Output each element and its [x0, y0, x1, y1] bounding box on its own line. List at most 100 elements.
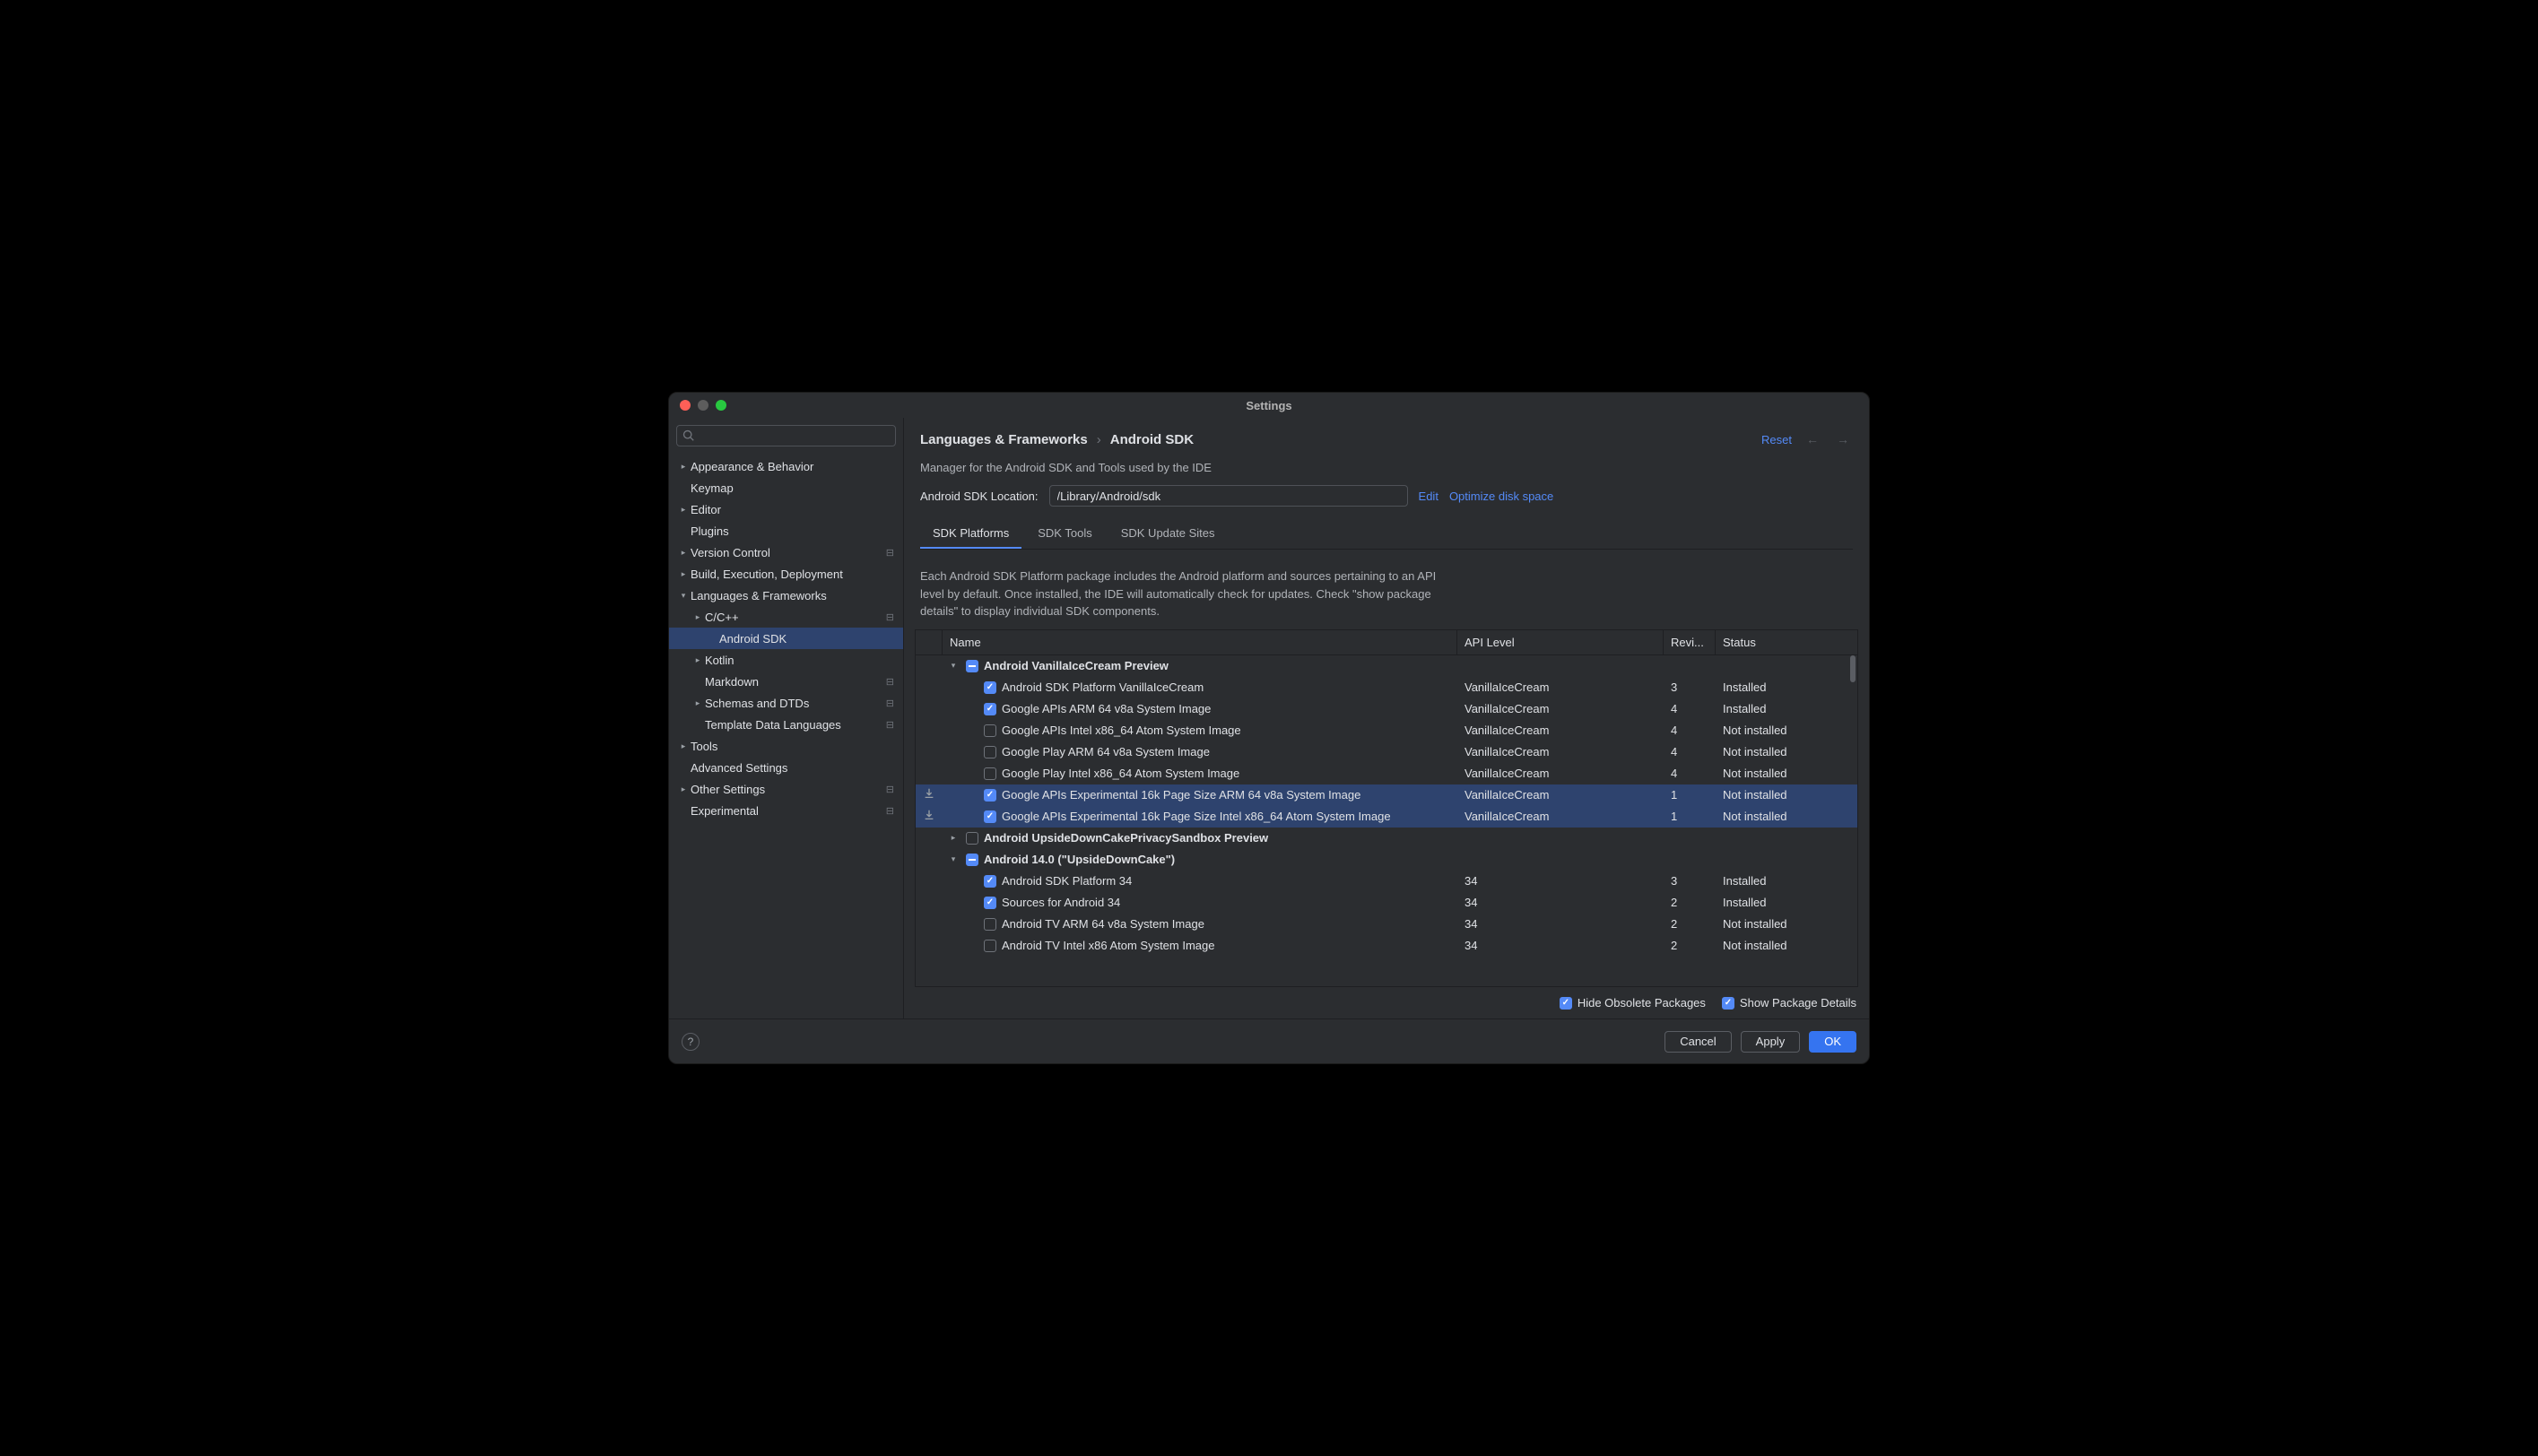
- sdk-item-row[interactable]: Google APIs Intel x86_64 Atom System Ima…: [916, 720, 1857, 741]
- sidebar-item[interactable]: Experimental⊟: [669, 800, 903, 821]
- col-revision[interactable]: Revi...: [1664, 630, 1716, 654]
- checkbox[interactable]: [984, 789, 996, 802]
- chevron-right-icon: ▸: [676, 462, 691, 472]
- sdk-group-row[interactable]: ▸Android UpsideDownCakePrivacySandbox Pr…: [916, 828, 1857, 849]
- tab[interactable]: SDK Tools: [1025, 519, 1104, 549]
- hide-obsolete-checkbox[interactable]: Hide Obsolete Packages: [1560, 996, 1706, 1010]
- checkbox[interactable]: [984, 724, 996, 737]
- sdk-item-row[interactable]: Android SDK Platform 34343Installed: [916, 871, 1857, 892]
- col-download: [916, 630, 943, 654]
- optimize-link[interactable]: Optimize disk space: [1449, 490, 1553, 503]
- chevron-down-icon[interactable]: ▾: [946, 854, 960, 864]
- checkbox[interactable]: [984, 746, 996, 758]
- settings-tree[interactable]: ▸Appearance & Behavior Keymap ▸EditorPlugi…: [669, 454, 903, 1018]
- row-rev: 4: [1664, 724, 1716, 737]
- sidebar-item[interactable]: ▸C/C++⊟: [669, 606, 903, 628]
- sdk-item-row[interactable]: Android TV Intel x86 Atom System Image 34…: [916, 935, 1857, 957]
- forward-icon[interactable]: →: [1833, 430, 1853, 448]
- table-body[interactable]: ▾Android VanillaIceCream PreviewAndroid …: [916, 655, 1857, 987]
- help-button[interactable]: ?: [682, 1033, 700, 1051]
- sidebar-item[interactable]: Plugins: [669, 520, 903, 542]
- sidebar-item-label: Experimental: [691, 804, 886, 818]
- sidebar-item[interactable]: ▸Schemas and DTDs⊟: [669, 692, 903, 714]
- row-name-label: Google Play ARM 64 v8a System Image: [1002, 745, 1210, 758]
- sidebar-item[interactable]: Android SDK: [669, 628, 903, 649]
- checkbox[interactable]: [984, 918, 996, 931]
- sidebar-item-label: Build, Execution, Deployment: [691, 568, 894, 581]
- sidebar-item[interactable]: Markdown⊟: [669, 671, 903, 692]
- sdk-item-row[interactable]: Google Play Intel x86_64 Atom System Ima…: [916, 763, 1857, 784]
- sidebar-item[interactable]: Keymap: [669, 477, 903, 498]
- col-status[interactable]: Status: [1716, 630, 1857, 654]
- project-badge-icon: ⊟: [886, 698, 894, 709]
- sidebar-item[interactable]: ▸Editor: [669, 498, 903, 520]
- sidebar-item-label: Version Control: [691, 546, 886, 559]
- checkbox-icon: [1560, 997, 1572, 1010]
- sdk-group-row[interactable]: ▾Android 14.0 ("UpsideDownCake"): [916, 849, 1857, 871]
- edit-link[interactable]: Edit: [1419, 490, 1438, 503]
- sidebar-item[interactable]: Template Data Languages⊟: [669, 714, 903, 735]
- sdk-group-row[interactable]: ▾Android VanillaIceCream Preview: [916, 655, 1857, 677]
- sdk-item-row[interactable]: Google APIs Experimental 16k Page Size I…: [916, 806, 1857, 828]
- row-name-label: Google Play Intel x86_64 Atom System Ima…: [1002, 767, 1239, 780]
- row-api: 34: [1457, 939, 1664, 952]
- tab[interactable]: SDK Platforms: [920, 519, 1021, 549]
- checkbox[interactable]: [966, 854, 978, 866]
- row-name-cell: Sources for Android 34: [943, 896, 1457, 909]
- cancel-button[interactable]: Cancel: [1664, 1031, 1731, 1053]
- row-name-label: Android TV Intel x86 Atom System Image: [1002, 939, 1215, 952]
- checkbox[interactable]: [984, 940, 996, 952]
- search-input[interactable]: [676, 425, 896, 446]
- project-badge-icon: ⊟: [886, 805, 894, 817]
- sdk-item-row[interactable]: Google Play ARM 64 v8a System ImageVanil…: [916, 741, 1857, 763]
- sdk-location-input[interactable]: [1049, 485, 1408, 507]
- ok-button[interactable]: OK: [1809, 1031, 1856, 1053]
- checkbox[interactable]: [966, 660, 978, 672]
- sidebar-item[interactable]: ▸Other Settings⊟: [669, 778, 903, 800]
- checkbox[interactable]: [984, 875, 996, 888]
- row-api: 34: [1457, 874, 1664, 888]
- col-api-level[interactable]: API Level: [1457, 630, 1664, 654]
- row-api: 34: [1457, 896, 1664, 909]
- sidebar-item[interactable]: ▸Appearance & Behavior: [669, 455, 903, 477]
- scrollbar[interactable]: [1850, 655, 1856, 682]
- row-status: Installed: [1716, 874, 1857, 888]
- sidebar-item-label: Keymap: [691, 481, 894, 495]
- sdk-item-row[interactable]: Google APIs ARM 64 v8a System ImageVanil…: [916, 698, 1857, 720]
- sidebar-item[interactable]: Advanced Settings: [669, 757, 903, 778]
- checkbox[interactable]: [984, 767, 996, 780]
- sdk-item-row[interactable]: Google APIs Experimental 16k Page Size A…: [916, 784, 1857, 806]
- show-details-checkbox[interactable]: Show Package Details: [1722, 996, 1856, 1010]
- sidebar-item[interactable]: ▸Build, Execution, Deployment: [669, 563, 903, 585]
- sidebar-item[interactable]: ▸Tools: [669, 735, 903, 757]
- checkbox[interactable]: [984, 681, 996, 694]
- reset-link[interactable]: Reset: [1761, 433, 1792, 446]
- chevron-down-icon[interactable]: ▾: [946, 661, 960, 671]
- sidebar-item[interactable]: ▸Kotlin: [669, 649, 903, 671]
- checkbox[interactable]: [966, 832, 978, 845]
- sidebar-item[interactable]: ▾Languages & Frameworks: [669, 585, 903, 606]
- page-subtitle: Manager for the Android SDK and Tools us…: [920, 461, 1853, 474]
- chevron-right-icon[interactable]: ▸: [946, 833, 960, 843]
- row-name-label: Google APIs ARM 64 v8a System Image: [1002, 702, 1211, 715]
- checkbox[interactable]: [984, 703, 996, 715]
- download-indicator: [916, 787, 943, 802]
- col-name[interactable]: Name: [943, 630, 1457, 654]
- row-rev: 4: [1664, 745, 1716, 758]
- tab[interactable]: SDK Update Sites: [1108, 519, 1228, 549]
- sdk-item-row[interactable]: Android SDK Platform VanillaIceCreamVani…: [916, 677, 1857, 698]
- row-name-cell: Android SDK Platform VanillaIceCream: [943, 680, 1457, 694]
- sidebar-item[interactable]: ▸Version Control⊟: [669, 542, 903, 563]
- back-icon[interactable]: ←: [1803, 430, 1822, 448]
- chevron-right-icon: ▸: [691, 698, 705, 708]
- search-field[interactable]: [699, 429, 890, 442]
- apply-button[interactable]: Apply: [1741, 1031, 1801, 1053]
- checkbox[interactable]: [984, 810, 996, 823]
- row-name-label: Google APIs Experimental 16k Page Size A…: [1002, 788, 1360, 802]
- sdk-item-row[interactable]: Android TV ARM 64 v8a System Image342Not…: [916, 914, 1857, 935]
- chevron-right-icon: ▸: [691, 655, 705, 665]
- sdk-item-row[interactable]: Sources for Android 34342Installed: [916, 892, 1857, 914]
- sidebar-item-label: Markdown: [705, 675, 886, 689]
- checkbox[interactable]: [984, 897, 996, 909]
- breadcrumb-sep: ›: [1097, 432, 1101, 447]
